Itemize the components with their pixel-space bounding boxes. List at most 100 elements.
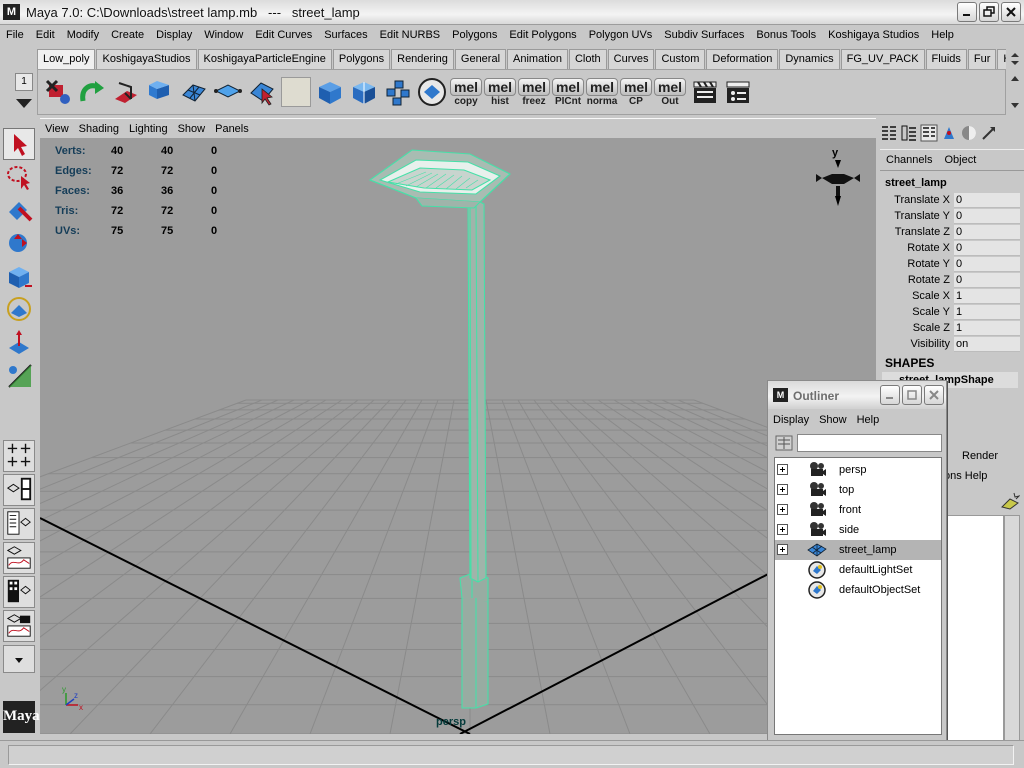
outliner-item-default-object-set[interactable]: defaultObjectSet [775,580,941,600]
outliner-menu-show[interactable]: Show [814,414,852,426]
shelf-tab-low-poly[interactable]: Low_poly [37,49,96,69]
perspective-viewport[interactable]: Verts: 40 40 0 Edges: 72 72 0 Faces: 36 36 0 Tris… [40,138,876,734]
render-sphere-icon[interactable] [416,76,448,108]
rotate-tool-icon[interactable] [3,260,35,292]
outliner-item-persp[interactable]: persp [775,460,941,480]
panel-menu-shading[interactable]: Shading [74,123,124,135]
shelf-tab-dynamics[interactable]: Dynamics [779,49,840,69]
menu-surfaces[interactable]: Surfaces [318,29,373,41]
render-settings-icon[interactable] [724,78,752,106]
menu-edit-curves[interactable]: Edit Curves [249,29,318,41]
attr-value[interactable]: 0 [954,272,1020,288]
shelf-tab-fluids[interactable]: Fluids [925,49,967,69]
outliner-item-top[interactable]: top [775,480,941,500]
layout-hypershade-view-button[interactable] [3,576,35,608]
select-tool-icon[interactable] [3,128,35,160]
mel-picnt-button[interactable]: mel PICnt [552,76,584,108]
combine-tool-icon[interactable] [42,76,74,108]
outliner-filter-input[interactable] [797,434,942,452]
attr-row-translate-x[interactable]: Translate X0 [882,192,1024,208]
attr-row-scale-z[interactable]: Scale Z1 [882,320,1024,336]
select-plane-icon[interactable] [246,76,278,108]
shelf-tab-koshigaya-particle-engine[interactable]: KoshigayaParticleEngine [197,49,332,69]
expand-icon[interactable] [777,484,788,495]
filter-icon[interactable] [774,434,794,452]
render-panel-list[interactable] [946,515,1004,741]
menu-modify[interactable]: Modify [61,29,105,41]
attr-value[interactable]: 1 [954,304,1020,320]
menu-koshigaya-studios[interactable]: Koshigaya Studios [822,29,925,41]
attr-row-visibility[interactable]: Visibility on [882,336,1024,352]
minimize-button[interactable] [957,2,977,22]
outliner-close-button[interactable] [924,385,944,405]
layout-four-view-button[interactable] [3,440,35,472]
shelf-tab-fur[interactable]: Fur [967,49,997,69]
scale-tool-icon[interactable] [3,293,35,325]
flat-plane-icon[interactable] [212,76,244,108]
shelf-tab-deformation[interactable]: Deformation [706,49,779,69]
move-tool-icon[interactable] [3,227,35,259]
attr-value[interactable]: 0 [954,208,1020,224]
expand-icon[interactable] [777,524,788,535]
panel-menu-lighting[interactable]: Lighting [124,123,173,135]
lasso-tool-icon[interactable] [3,161,35,193]
outliner-maximize-button[interactable] [902,385,922,405]
attr-row-translate-z[interactable]: Translate Z0 [882,224,1024,240]
components-icon[interactable] [382,76,414,108]
shelf-number[interactable]: 1 [15,73,33,91]
view-axis-compass-icon[interactable]: y [812,144,864,212]
menu-edit-polygons[interactable]: Edit Polygons [503,29,582,41]
mel-copy-button[interactable]: mel copy [450,76,482,108]
mel-normal-button[interactable]: mel norma [586,76,618,108]
outliner-menu-display[interactable]: Display [768,414,814,426]
menu-subdiv-surfaces[interactable]: Subdiv Surfaces [658,29,750,41]
attr-row-scale-y[interactable]: Scale Y1 [882,304,1024,320]
shelf-scroll-icon[interactable] [1008,69,1022,115]
attr-value[interactable]: on [954,336,1020,352]
paint-select-tool-icon[interactable] [3,194,35,226]
attr-value[interactable]: 1 [954,288,1020,304]
panel-menu-view[interactable]: View [40,123,74,135]
cube-blue-icon[interactable] [314,76,346,108]
layout-graph-view-button[interactable] [3,542,35,574]
expand-icon[interactable] [777,544,788,555]
outliner-item-street-lamp[interactable]: street_lamp [775,540,941,560]
expand-icon[interactable] [777,464,788,475]
shelf-tab-curves[interactable]: Curves [607,49,655,69]
menu-create[interactable]: Create [105,29,150,41]
menu-edit[interactable]: Edit [30,29,61,41]
render-panel-label[interactable]: Render [962,450,998,462]
outliner-item-side[interactable]: side [775,520,941,540]
shelf-tab-rendering[interactable]: Rendering [391,49,454,69]
attr-value[interactable]: 1 [954,320,1020,336]
shelf-tab-custom[interactable]: Custom [655,49,706,69]
attr-row-rotate-z[interactable]: Rotate Z0 [882,272,1024,288]
command-line-input[interactable] [8,745,1014,765]
mel-cp-button[interactable]: mel CP [620,76,652,108]
menu-edit-nurbs[interactable]: Edit NURBS [374,29,447,41]
arrow-tool-icon[interactable] [980,124,998,142]
cube-wire-icon[interactable] [348,76,380,108]
last-tool-icon[interactable] [3,359,35,391]
menu-window[interactable]: Window [198,29,249,41]
render-globals-icon[interactable] [960,124,978,142]
panel-menu-panels[interactable]: Panels [210,123,254,135]
shelf-menu-arrow-icon[interactable] [16,99,32,108]
channel-box-icon[interactable] [920,124,938,142]
extrude-face-icon[interactable] [110,76,142,108]
redo-arrow-icon[interactable] [76,76,108,108]
attr-row-rotate-y[interactable]: Rotate Y0 [882,256,1024,272]
layout-outliner-view-button[interactable] [3,508,35,540]
layout-menu-button[interactable] [3,645,35,673]
attr-row-scale-x[interactable]: Scale X1 [882,288,1024,304]
mel-hist-button[interactable]: mel hist [484,76,516,108]
menu-file[interactable]: File [0,29,30,41]
attr-value[interactable]: 0 [954,192,1020,208]
uv-plane-icon[interactable] [178,76,210,108]
shelf-tab-polygons[interactable]: Polygons [332,49,391,69]
shelf-selector[interactable]: 1 [12,73,36,113]
shelf-tab-general[interactable]: General [454,49,507,69]
mel-freeze-button[interactable]: mel freez [518,76,550,108]
expand-icon[interactable] [777,504,788,515]
mel-out-button[interactable]: mel Out [654,76,686,108]
